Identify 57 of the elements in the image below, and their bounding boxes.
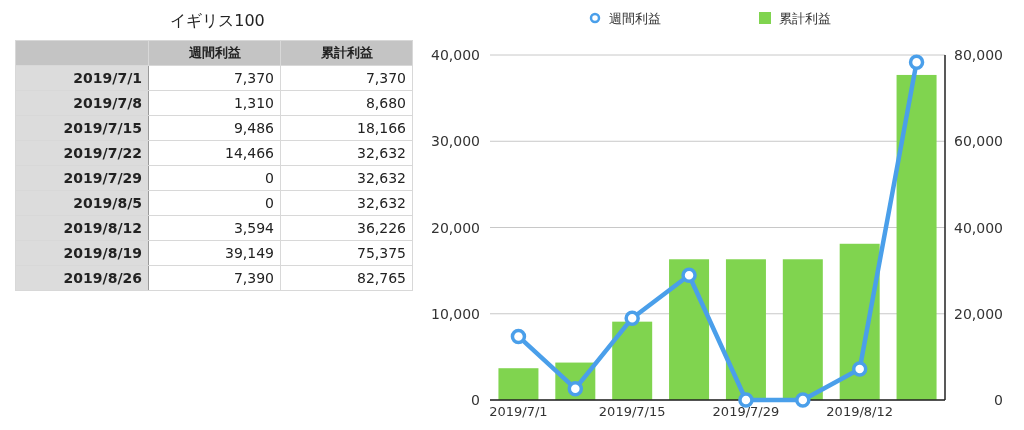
table-cell: 82,765 <box>280 265 413 291</box>
axis-label: 40,000 <box>954 219 1003 236</box>
table-cell: 32,632 <box>280 190 413 216</box>
table-cell: 3,594 <box>148 215 281 241</box>
table-title: イギリス100 <box>170 11 265 32</box>
table-cell: 32,632 <box>280 140 413 166</box>
data-point <box>908 54 925 71</box>
data-point <box>795 392 811 408</box>
axis-label: 20,000 <box>954 305 1003 322</box>
axis-label: 80,000 <box>954 47 1003 63</box>
row-header: 2019/7/8 <box>15 90 149 116</box>
row-header: 2019/7/1 <box>15 65 149 91</box>
axis-label: 40,000 <box>431 47 480 63</box>
data-point <box>510 328 527 345</box>
row-header: 2019/7/15 <box>15 115 149 141</box>
table-cell: 7,390 <box>148 265 281 291</box>
column-header: 累計利益 <box>280 40 413 66</box>
data-point <box>851 361 868 377</box>
axis-label: 10,000 <box>431 305 480 322</box>
data-point <box>567 380 584 397</box>
data-point <box>624 310 640 326</box>
table-cell: 9,486 <box>148 115 281 141</box>
legend-label: 累計利益 <box>779 11 831 26</box>
axis-label: 60,000 <box>954 133 1003 150</box>
axis-label: 2019/7/1 <box>489 404 548 419</box>
data-point <box>738 392 754 408</box>
table-cell: 75,375 <box>280 240 413 266</box>
table-cell: 8,680 <box>280 90 413 116</box>
row-header: 2019/7/22 <box>15 140 149 166</box>
table-cell: 32,632 <box>280 165 413 191</box>
row-header: 2019/7/29 <box>15 165 149 191</box>
axis-label: 0 <box>471 392 480 408</box>
axis-label: 0 <box>994 392 1003 408</box>
axis-label: 30,000 <box>431 133 480 150</box>
table-cell: 1,310 <box>148 90 281 116</box>
axis-label: 2019/7/29 <box>712 404 780 419</box>
row-header: 2019/8/19 <box>15 240 149 266</box>
row-header: 2019/8/12 <box>15 215 149 241</box>
table-cell: 18,166 <box>280 115 413 141</box>
axis-label: 2019/8/12 <box>826 404 893 419</box>
legend-marker-icon <box>589 12 601 24</box>
axis-label: 20,000 <box>431 219 480 236</box>
table-cell: 7,370 <box>148 65 281 91</box>
column-header: 週間利益 <box>148 40 281 66</box>
axis-label: 2019/7/15 <box>598 404 666 419</box>
table-cell: 7,370 <box>280 65 413 91</box>
table-cell: 0 <box>148 190 281 216</box>
table-cell: 14,466 <box>148 140 281 166</box>
row-header: 2019/8/26 <box>15 265 149 291</box>
bar <box>498 368 539 400</box>
table-cell: 0 <box>148 165 281 191</box>
table-cell: 39,149 <box>148 240 281 266</box>
row-header: 2019/8/5 <box>15 190 149 216</box>
legend-swatch-icon <box>759 12 771 24</box>
legend-label: 週間利益 <box>609 11 661 26</box>
data-point <box>681 267 697 283</box>
table-cell: 36,226 <box>280 215 413 241</box>
